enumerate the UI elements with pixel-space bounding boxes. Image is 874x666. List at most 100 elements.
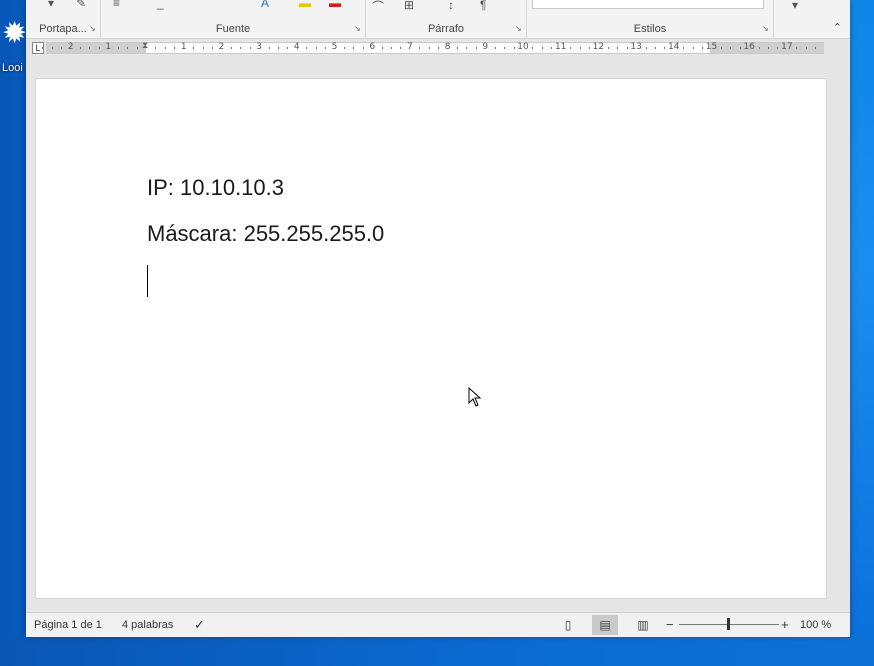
document-line-mask[interactable]: Máscara: 255.255.255.0	[147, 221, 384, 247]
page-count[interactable]: Página 1 de 1	[34, 619, 102, 631]
ruler-tick-mark	[428, 47, 430, 49]
ruler-tick-mark	[457, 47, 459, 49]
ruler-tick-mark	[551, 47, 553, 49]
ribbon-group-label: Estilos	[633, 23, 667, 35]
text-effects-icon[interactable]: A	[261, 0, 269, 10]
ruler-tick-mark	[127, 47, 129, 49]
ruler-tick-mark	[513, 47, 515, 49]
ribbon-group-font: ≡ _ A ▬ ▬ Fuente ↘	[101, 0, 366, 38]
dialog-launcher-icon[interactable]: ↘	[762, 25, 770, 33]
desktop-bottom-strip	[0, 636, 874, 666]
ruler-tick-mark	[664, 47, 666, 49]
word-count[interactable]: 4 palabras	[122, 619, 173, 631]
ruler-tick-mark	[268, 47, 270, 49]
pilcrow-icon[interactable]: ¶	[480, 0, 486, 12]
ruler-tick-mark	[381, 47, 383, 49]
zoom-level[interactable]: 100 %	[800, 619, 831, 631]
ruler-tick-mark	[588, 47, 590, 49]
proofing-icon[interactable]: ✓	[194, 617, 205, 633]
text-caret	[147, 265, 148, 297]
underline-icon[interactable]: _	[157, 0, 164, 10]
ruler-tick-label: 6	[369, 42, 376, 52]
ruler-tick-label: 8	[444, 42, 451, 52]
ruler-tick-mark	[89, 47, 91, 49]
dialog-launcher-icon[interactable]: ↘	[515, 25, 523, 33]
ruler-tick-mark	[532, 47, 534, 49]
ruler-tick-mark	[249, 47, 251, 49]
ruler-tick-mark	[51, 47, 53, 49]
ruler-tick-mark	[240, 47, 242, 49]
ruler-tick-label: 14	[668, 42, 680, 52]
document-line-ip[interactable]: IP: 10.10.10.3	[147, 175, 284, 201]
ruler-tick-mark	[287, 47, 289, 49]
font-color-icon[interactable]: ▬	[329, 0, 341, 10]
dialog-launcher-icon[interactable]: ↘	[89, 25, 97, 33]
sort-icon[interactable]: ↕	[448, 0, 454, 12]
ruler-tick-mark	[683, 47, 685, 49]
ruler-tick-mark	[391, 47, 393, 49]
borders-icon[interactable]: ⊞	[404, 0, 414, 12]
print-layout-icon[interactable]: ▤	[592, 615, 618, 635]
ruler-tick-mark	[117, 47, 119, 49]
ruler-tick-mark	[796, 47, 798, 49]
ruler-tick-label: 7	[407, 42, 413, 52]
ruler-tick-label: 9	[482, 42, 489, 52]
ruler-tick-label: 16	[743, 42, 755, 52]
ruler-tick-mark	[438, 47, 440, 49]
dialog-launcher-icon[interactable]: ↘	[354, 25, 362, 33]
ruler-tick-mark	[475, 47, 477, 49]
ruler-tick-label: 1	[180, 42, 187, 52]
bold-icon[interactable]: ≡	[113, 0, 120, 10]
ribbon: ▾ ✎ Portapa... ↘ ≡ _ A ▬ ▬ Fuente ↘ ⌒ ⊞ …	[26, 0, 850, 39]
document-page[interactable]: IP: 10.10.10.3 Máscara: 255.255.255.0	[35, 78, 827, 599]
ruler-tick-mark	[136, 47, 138, 49]
ruler-tick-label: 1	[105, 42, 112, 52]
paste-dropdown-icon[interactable]: ▾	[48, 0, 54, 10]
ruler-tick-label: 13	[630, 42, 642, 52]
ruler-right-margin	[710, 43, 824, 53]
ribbon-group-paragraph: ⌒ ⊞ ↕ ¶ Párrafo ↘	[366, 0, 527, 38]
ruler-tick-mark	[570, 47, 572, 49]
ruler-tick-mark	[579, 47, 581, 49]
ruler-tick-mark	[353, 47, 355, 49]
read-mode-icon[interactable]: ▯	[555, 615, 581, 635]
ruler-tick-label: 17	[781, 42, 793, 52]
desktop-edge	[850, 0, 874, 666]
ruler-tick-mark	[174, 47, 176, 49]
ruler-tick-mark	[739, 47, 741, 49]
word-window: ▾ ✎ Portapa... ↘ ≡ _ A ▬ ▬ Fuente ↘ ⌒ ⊞ …	[26, 0, 850, 637]
styles-gallery[interactable]	[532, 0, 764, 9]
ruler-tick-label: 2	[67, 42, 74, 52]
ruler-tick-mark	[768, 47, 770, 49]
document-area: IP: 10.10.10.3 Máscara: 255.255.255.0	[26, 56, 850, 612]
ruler-tick-mark	[98, 47, 100, 49]
desktop-shortcut[interactable]: ✹ Looi	[0, 10, 28, 76]
mouse-pointer-icon	[468, 387, 482, 407]
ruler-tick-mark	[400, 47, 402, 49]
editing-dropdown-icon[interactable]: ▾	[792, 0, 798, 12]
shading-icon[interactable]: ⌒	[372, 0, 384, 15]
ruler-tick-label: 2	[218, 42, 225, 52]
ruler-tick-mark	[645, 47, 647, 49]
web-layout-icon[interactable]: ▥	[630, 615, 656, 635]
ruler-tick-mark	[494, 47, 496, 49]
ruler-tick-mark	[815, 47, 817, 49]
zoom-slider-thumb[interactable]	[727, 618, 730, 630]
ruler-tick-mark	[654, 47, 656, 49]
horizontal-ruler[interactable]: 2 1 1 2 3 4 5 6 7 8 9 10 11 12 13 14 15 16 17	[42, 42, 824, 54]
ruler-tick-label: 15	[705, 42, 718, 52]
highlight-icon[interactable]: ▬	[299, 0, 311, 10]
collapse-ribbon-icon[interactable]: ⌃	[833, 21, 842, 34]
zoom-out-button[interactable]: −	[666, 617, 674, 632]
ruler-tick-label: 4	[293, 42, 300, 52]
ruler-tick-mark	[626, 47, 628, 49]
format-painter-icon[interactable]: ✎	[76, 0, 86, 10]
ruler-tick-label: 12	[592, 42, 605, 52]
ruler-tick-mark	[466, 47, 468, 49]
zoom-in-button[interactable]: +	[781, 617, 789, 632]
ruler-tick-mark	[211, 47, 213, 49]
desktop-shortcut-label: Looi	[2, 62, 23, 74]
ribbon-group-clipboard: ▾ ✎ Portapa... ↘	[26, 0, 101, 38]
ruler-tick-mark	[343, 47, 345, 49]
ruler-tick-mark	[230, 47, 232, 49]
